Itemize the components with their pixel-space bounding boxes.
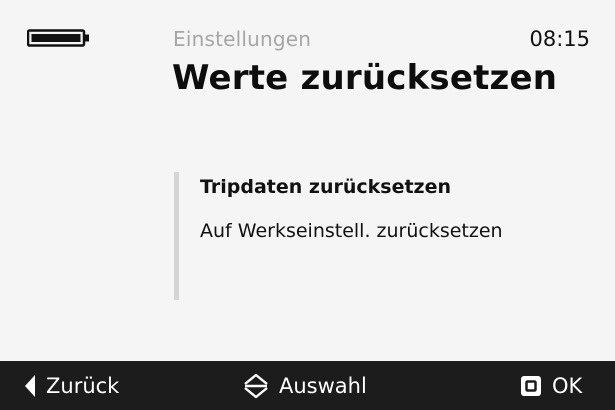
ok-label: OK <box>552 373 583 398</box>
battery-icon <box>27 29 91 47</box>
back-button[interactable]: Zurück <box>24 361 119 410</box>
footer-bar: Zurück Auswahl OK <box>0 361 615 410</box>
up-down-arrows-icon <box>243 373 269 399</box>
section-label: Einstellungen <box>173 27 312 51</box>
menu-list: Tripdaten zurücksetzen Auf Werkseinstell… <box>200 172 600 260</box>
menu-item-tripdaten[interactable]: Tripdaten zurücksetzen <box>200 172 600 216</box>
select-label: Auswahl <box>279 373 367 398</box>
select-button[interactable]: Auswahl <box>243 361 367 410</box>
clock: 08:15 <box>529 27 590 51</box>
triangle-left-icon <box>24 374 36 398</box>
page-title: Werte zurücksetzen <box>172 58 558 98</box>
menu-item-werkseinstellungen[interactable]: Auf Werkseinstell. zurücksetzen <box>200 216 600 260</box>
device-screen: Einstellungen 08:15 Werte zurücksetzen T… <box>0 0 615 410</box>
ok-button[interactable]: OK <box>520 361 582 410</box>
back-label: Zurück <box>46 373 120 398</box>
menu-scrollbar <box>174 172 179 300</box>
square-button-icon <box>520 375 542 397</box>
